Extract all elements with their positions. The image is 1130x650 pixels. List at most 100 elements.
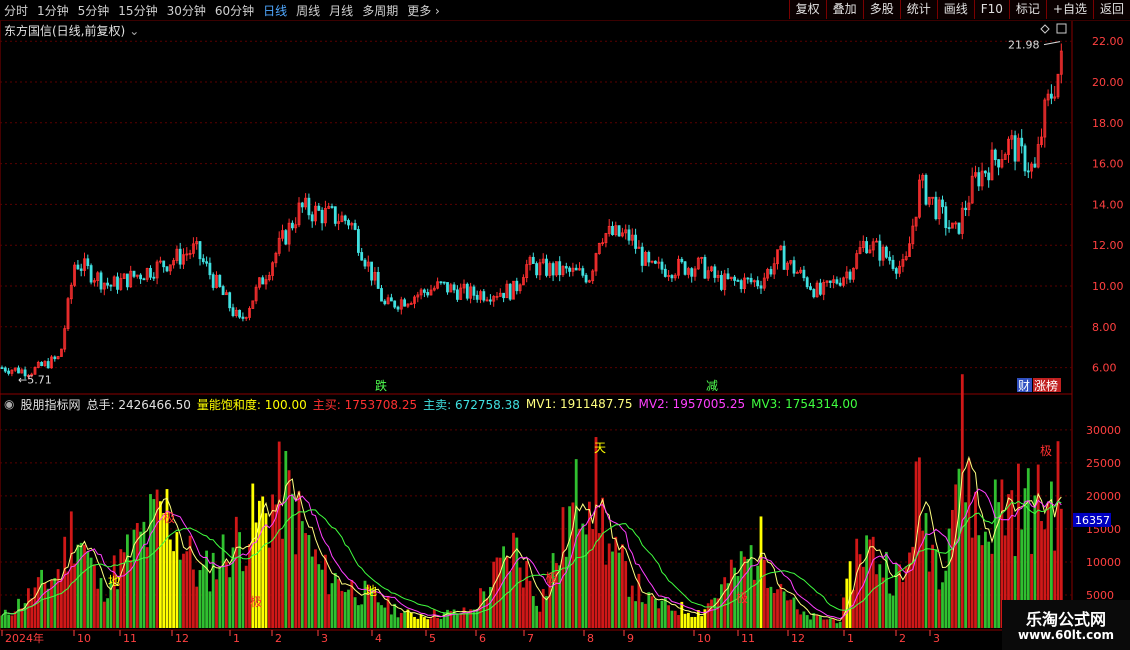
period-tab-4[interactable]: 30分钟 bbox=[167, 2, 206, 19]
period-tab-7[interactable]: 周线 bbox=[296, 2, 320, 19]
volume-bar bbox=[60, 579, 63, 628]
indicator-dropdown-icon[interactable]: ◉ bbox=[4, 397, 14, 411]
candle-body bbox=[502, 292, 506, 299]
candle-body bbox=[894, 268, 898, 274]
volume-bar bbox=[46, 588, 50, 628]
volume-bar bbox=[482, 591, 486, 628]
candle-body bbox=[690, 268, 694, 277]
candle-body bbox=[944, 206, 948, 228]
volume-bar bbox=[551, 553, 555, 628]
volume-bar bbox=[941, 582, 944, 628]
volume-bar bbox=[145, 547, 149, 628]
volume-bar bbox=[73, 563, 76, 628]
high-price-label: 21.98 bbox=[1008, 39, 1040, 52]
candle-body bbox=[422, 289, 426, 293]
volume-bar bbox=[291, 493, 294, 628]
volume-bar bbox=[353, 597, 357, 628]
volume-tick-label: 10000 bbox=[1086, 556, 1121, 569]
indicator-name[interactable]: 股朋指标网 bbox=[20, 396, 80, 413]
chart-canvas[interactable]: 22.0020.0018.0016.0014.0012.0010.008.006… bbox=[0, 0, 1130, 650]
stock-title[interactable]: 东方国信(日线,前复权) ⌄ bbox=[4, 22, 139, 39]
candle-body bbox=[984, 170, 987, 174]
candle-body bbox=[515, 280, 519, 292]
toolbar-button-4[interactable]: 画线 bbox=[936, 0, 974, 19]
volume-bar bbox=[93, 564, 96, 628]
volume-bar bbox=[380, 605, 383, 628]
candle-body bbox=[848, 271, 852, 280]
chevron-down-icon[interactable]: ⌄ bbox=[129, 24, 139, 38]
period-tab-1[interactable]: 1分钟 bbox=[37, 2, 69, 19]
x-axis-label: 11 bbox=[741, 632, 755, 645]
volume-bar bbox=[990, 553, 994, 628]
current-volume-value: 16357 bbox=[1075, 514, 1110, 527]
volume-bar bbox=[644, 603, 647, 628]
candle-body bbox=[746, 277, 750, 280]
volume-bar bbox=[376, 602, 380, 628]
toolbar-button-7[interactable]: +自选 bbox=[1045, 0, 1093, 19]
candle-body bbox=[46, 361, 50, 369]
toolbar-button-1[interactable]: 叠加 bbox=[825, 0, 863, 19]
volume-bar bbox=[901, 581, 905, 628]
volume-bar bbox=[89, 557, 93, 628]
period-tab-5[interactable]: 60分钟 bbox=[215, 2, 254, 19]
high-marker-arrow bbox=[1043, 41, 1061, 46]
toolbar-button-5[interactable]: F10 bbox=[973, 0, 1009, 19]
candle-body bbox=[162, 260, 166, 268]
toolbar-button-3[interactable]: 统计 bbox=[899, 0, 937, 19]
candle-body bbox=[310, 214, 314, 222]
volume-bar bbox=[459, 614, 463, 628]
volume-bar bbox=[957, 468, 961, 628]
volume-bar bbox=[175, 532, 179, 628]
period-tab-9[interactable]: 多周期 bbox=[362, 2, 398, 19]
period-tab-0[interactable]: 分时 bbox=[4, 2, 28, 19]
volume-bar bbox=[927, 571, 931, 628]
toolbar-button-0[interactable]: 复权 bbox=[788, 0, 826, 19]
volume-bar bbox=[825, 619, 829, 628]
candle-body bbox=[924, 174, 928, 205]
volume-bar bbox=[786, 600, 789, 628]
low-price-label: ←5.71 bbox=[18, 374, 52, 387]
volume-bar bbox=[667, 605, 670, 628]
candle-body bbox=[1033, 163, 1037, 168]
volume-bar bbox=[614, 536, 618, 628]
price-tick-label: 6.00 bbox=[1092, 362, 1117, 375]
pane-toggle-icon bbox=[1056, 23, 1067, 34]
volume-bar bbox=[106, 598, 109, 628]
candle-body bbox=[396, 306, 400, 310]
period-tab-6[interactable]: 日线 bbox=[263, 2, 287, 19]
period-tab-3[interactable]: 15分钟 bbox=[118, 2, 157, 19]
period-tab-8[interactable]: 月线 bbox=[329, 2, 353, 19]
volume-bar bbox=[205, 550, 208, 628]
volume-bar bbox=[611, 551, 614, 628]
candle-body bbox=[139, 274, 143, 280]
volume-bar bbox=[79, 542, 83, 628]
volume-bar bbox=[871, 536, 875, 628]
candle-body bbox=[231, 307, 235, 316]
volume-bar bbox=[581, 523, 585, 628]
volume-bar bbox=[409, 612, 413, 628]
volume-bar bbox=[855, 538, 859, 628]
toolbar-button-6[interactable]: 标记 bbox=[1008, 0, 1046, 19]
candle-body bbox=[383, 300, 387, 305]
volume-bar bbox=[525, 561, 529, 628]
volume-bar bbox=[416, 618, 420, 628]
period-tab-10[interactable]: 更多 › bbox=[407, 2, 440, 19]
volume-bar bbox=[330, 583, 334, 628]
volume-bar bbox=[799, 614, 802, 628]
candle-body bbox=[389, 297, 393, 302]
volume-bar bbox=[357, 605, 360, 628]
volume-bar bbox=[657, 608, 661, 628]
volume-bar bbox=[878, 564, 882, 628]
candle-body bbox=[442, 281, 446, 284]
period-tabs: 分时 1分钟 5分钟 15分钟 30分钟 60分钟 日线 周线 月线 多周期 更多 › bbox=[4, 0, 449, 20]
toolbar-button-2[interactable]: 多股 bbox=[862, 0, 900, 19]
volume-bar bbox=[621, 544, 624, 628]
volume-bar bbox=[822, 619, 826, 628]
candle-body bbox=[1026, 170, 1030, 173]
period-tab-2[interactable]: 5分钟 bbox=[78, 2, 110, 19]
volume-bar bbox=[951, 509, 954, 628]
toolbar-button-8[interactable]: 返回 bbox=[1092, 0, 1130, 19]
indicator-field-4: MV1: 1911487.75 bbox=[525, 397, 633, 411]
candle-body bbox=[749, 277, 753, 283]
volume-bar bbox=[584, 534, 588, 628]
